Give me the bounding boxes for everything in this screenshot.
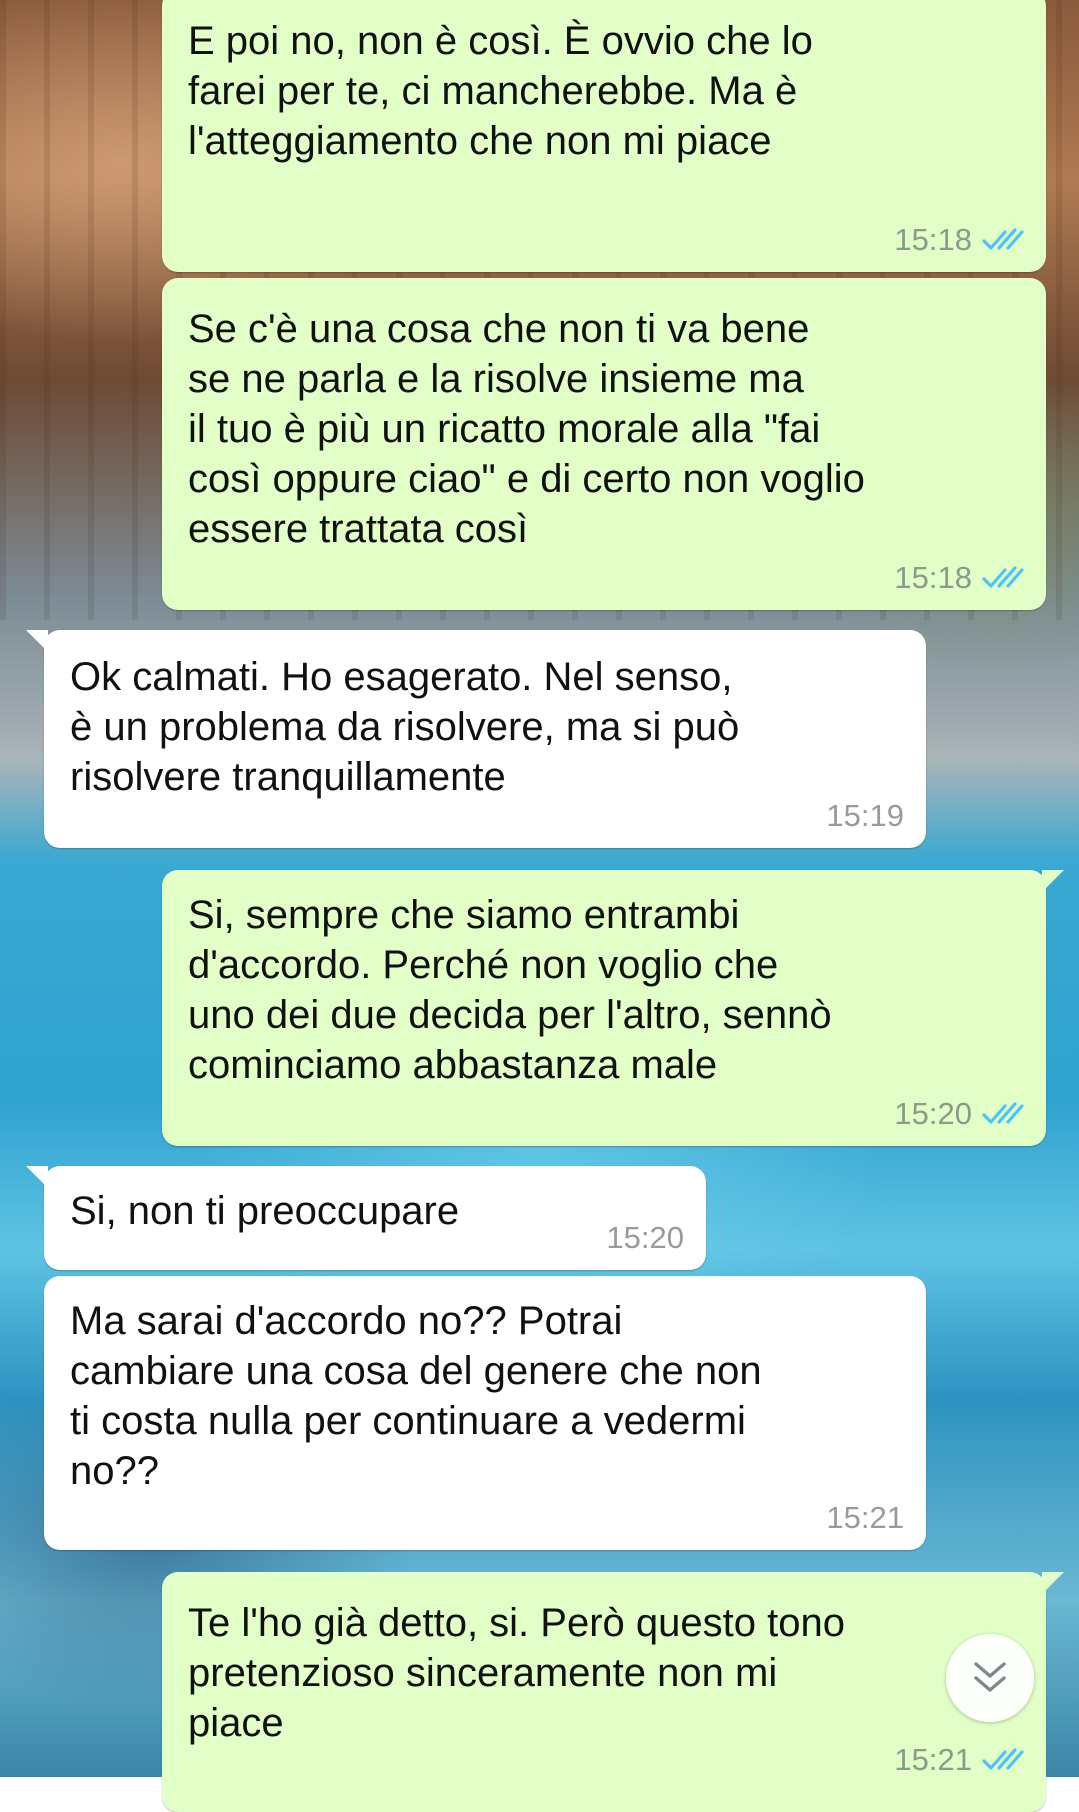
message-meta: 15:18 (894, 560, 1024, 596)
message-text: Se c'è una cosa che non ti va bene se ne… (188, 307, 865, 551)
double-check-icon (982, 566, 1024, 588)
bubble-tail (1042, 1572, 1064, 1594)
scroll-to-bottom-button[interactable] (946, 1634, 1034, 1722)
message-outgoing[interactable]: Te l'ho già detto, si. Però questo tono … (162, 1572, 1064, 1812)
double-check-icon (982, 228, 1024, 250)
message-incoming[interactable]: Ma sarai d'accordo no?? Potrai cambiare … (44, 1276, 926, 1550)
message-text: Si, non ti preoccupare (70, 1189, 460, 1233)
message-outgoing[interactable]: E poi no, non è così. È ovvio che lo far… (162, 0, 1046, 272)
message-time: 15:20 (606, 1220, 684, 1255)
double-check-icon (982, 1748, 1024, 1770)
bubble-tail (1042, 870, 1064, 892)
message-time: 15:19 (826, 798, 904, 833)
message-time: 15:21 (826, 1500, 904, 1535)
message-text: Ma sarai d'accordo no?? Potrai cambiare … (70, 1299, 762, 1493)
message-text: Ok calmati. Ho esagerato. Nel senso, è u… (70, 655, 740, 799)
message-incoming[interactable]: Si, non ti preoccupare 15:20 (26, 1166, 706, 1270)
double-chevron-down-icon (974, 1662, 1006, 1692)
message-outgoing[interactable]: Si, sempre che siamo entrambi d'accordo.… (162, 870, 1064, 1146)
message-incoming[interactable]: Ok calmati. Ho esagerato. Nel senso, è u… (26, 630, 926, 848)
message-meta: 15:20 (606, 1220, 684, 1256)
message-outgoing[interactable]: Se c'è una cosa che non ti va bene se ne… (162, 278, 1046, 610)
message-text: Si, sempre che siamo entrambi d'accordo.… (188, 893, 832, 1087)
message-meta: 15:19 (826, 798, 904, 834)
message-meta: 15:20 (894, 1096, 1024, 1132)
message-time: 15:18 (894, 222, 972, 257)
message-text: E poi no, non è così. È ovvio che lo far… (188, 19, 813, 163)
message-time: 15:21 (894, 1742, 972, 1777)
bubble-tail (26, 630, 48, 652)
message-text: Te l'ho già detto, si. Però questo tono … (188, 1601, 845, 1745)
message-time: 15:20 (894, 1096, 972, 1131)
message-meta: 15:18 (894, 222, 1024, 258)
message-meta: 15:21 (894, 1742, 1024, 1778)
message-meta: 15:21 (826, 1500, 904, 1536)
double-check-icon (982, 1102, 1024, 1124)
bubble-tail (26, 1166, 48, 1188)
message-time: 15:18 (894, 560, 972, 595)
